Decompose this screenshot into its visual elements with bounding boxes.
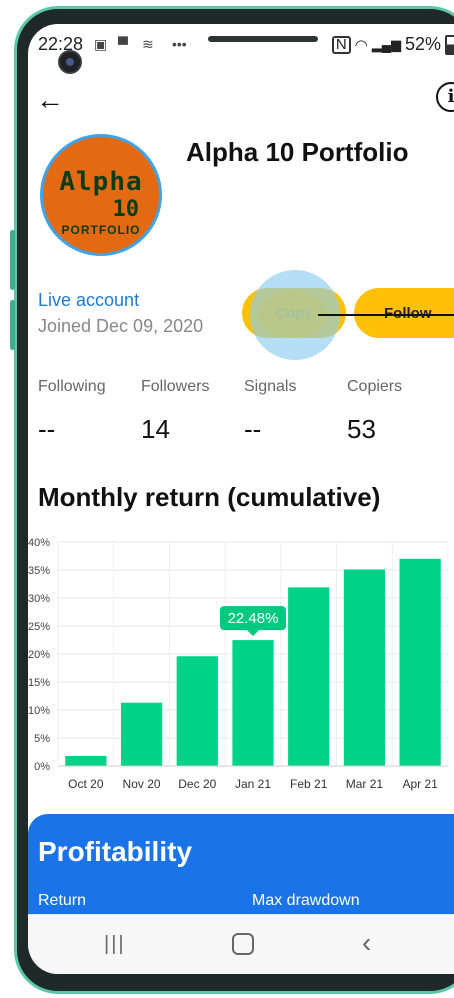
status-bar: 22:28 ▣ ▀ ≋ ••• N ◠ ▂▄▆ 52% [28,32,454,58]
wifi-icon: ◠ [354,36,368,54]
back-chevron-icon[interactable]: ‹ [362,927,371,959]
follow-button[interactable]: Follow [354,288,454,338]
stat-label: Followers [141,378,210,395]
recents-icon[interactable]: ||| [104,933,126,956]
swipe-gesture-line [318,314,454,316]
x-tick-label: Mar 21 [346,777,384,791]
x-tick-label: Apr 21 [402,777,438,791]
stat-label: Following [38,378,106,395]
signal-icon: ▂▄▆ [371,36,401,52]
message-icon: ▀ [118,36,128,52]
bar [288,587,330,766]
max-drawdown-label: Max drawdown [252,892,360,909]
y-tick-label: 10% [28,705,50,717]
copy-button[interactable]: Copy [242,288,346,338]
return-label: Return [38,892,87,909]
battery-icon [445,34,454,55]
stat-signals: Signals -- [244,378,296,445]
y-tick-label: 30% [28,593,50,605]
y-tick-label: 15% [28,677,50,689]
x-tick-label: Nov 20 [123,777,161,791]
x-tick-label: Oct 20 [68,777,104,791]
x-tick-label: Dec 20 [178,777,216,791]
battery-percent: 52% [404,34,441,54]
page-title: Alpha 10 Portfolio [186,137,409,167]
bar [65,755,107,766]
tooltip-pointer [247,630,259,637]
bar [120,702,163,766]
y-tick-label: 5% [34,733,50,745]
info-icon[interactable]: i [436,82,454,112]
system-nav-bar: ||| ‹ [28,914,454,974]
y-tick-label: 0% [34,761,50,773]
nfc-icon: N [331,35,351,54]
y-tick-label: 40% [28,537,50,549]
joined-date: Joined Dec 09, 2020 [38,316,204,336]
stat-label: Copiers [347,378,403,395]
y-tick-label: 25% [28,621,50,633]
avatar-line2: 10 [112,197,140,222]
y-tick-label: 20% [28,649,50,661]
tooltip-label: 22.48% [228,610,279,627]
app-icon: ≋ [142,36,154,52]
stat-value: 14 [141,414,170,444]
stat-following: Following -- [38,378,106,445]
bar [399,558,441,766]
profitability-title: Profitability [38,836,193,867]
stat-copiers[interactable]: Copiers 53 [347,378,402,445]
home-icon[interactable] [232,933,254,955]
volume-button [10,230,15,290]
avatar-line3: PORTFOLIO [61,223,141,237]
status-right: N ◠ ▂▄▆ 52% [331,34,454,55]
x-tick-label: Feb 21 [290,777,328,791]
section-title: Monthly return (cumulative) [38,482,381,512]
y-tick-label: 35% [28,565,50,577]
stat-value: -- [38,414,56,444]
arrow-left-icon[interactable]: ← [36,84,64,116]
app-screen: 22:28 ▣ ▀ ≋ ••• N ◠ ▂▄▆ 52% ← i Alpha 10… [28,24,454,974]
x-tick-label: Jan 21 [235,777,271,791]
bar [176,656,218,766]
monthly-return-chart: 0% 5% 10% 15% 20% 25% 30% 35% 40% Oct 20 Nov 20 Dec… [28,537,449,791]
more-icon: ••• [172,36,187,52]
bar [343,569,386,766]
stat-value: 53 [347,414,376,444]
image-icon: ▣ [94,36,108,52]
stat-value: -- [244,414,262,444]
front-camera [58,50,82,74]
account-type: Live account [38,290,140,310]
bar [232,640,274,766]
avatar-line1: Alpha [59,167,143,197]
stat-followers[interactable]: Followers 14 [141,378,209,445]
side-key [10,300,15,350]
avatar: Alpha 10 PORTFOLIO [40,134,162,256]
stat-label: Signals [244,378,297,395]
